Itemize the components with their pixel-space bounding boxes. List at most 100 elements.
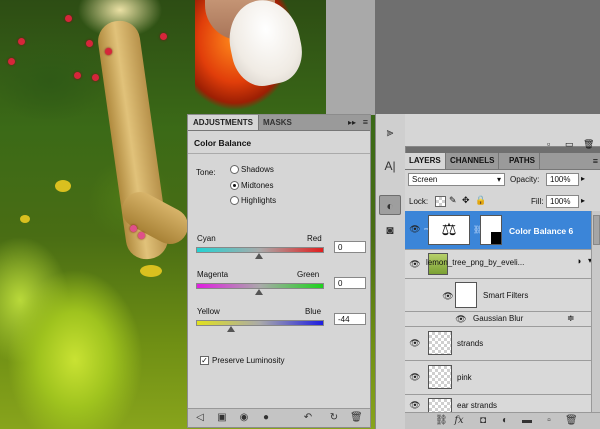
lock-all-icon[interactable]: 🔒 [475,195,486,206]
radio-midtones[interactable] [230,181,239,190]
opacity-field[interactable]: 100% [546,173,579,186]
masks-dock-icon[interactable]: ◙ [379,220,401,240]
adjustment-scale-icon: ⚖ [428,215,470,245]
eye-icon[interactable]: 👁 [409,339,421,348]
layer-row-pink[interactable]: 👁 pink [405,361,600,395]
filter-blending-options-icon[interactable]: ≑ [567,313,575,324]
radio-highlights-label[interactable]: Highlights [241,196,276,205]
back-arrow-icon[interactable]: ◁ [194,412,206,423]
eye-icon[interactable]: 👁 [455,315,467,324]
trash-icon[interactable]: 🗑 [350,412,363,423]
tab-adjustments[interactable]: ADJUSTMENTS [188,115,260,130]
chevron-right-icon[interactable]: ▸ [581,174,585,183]
artwork-flower [92,74,99,81]
tab-layers[interactable]: LAYERS [405,153,446,169]
slider-yellow-blue-thumb[interactable] [227,326,236,332]
layer-name: strands [457,339,484,348]
lock-label: Lock: [409,197,429,206]
expand-view-icon[interactable]: ▣ [216,412,228,423]
filter-name: Gaussian Blur [473,314,524,323]
new-document-icon[interactable]: ▭ [565,139,574,150]
artwork-flower [65,15,72,22]
panel-menu-icon[interactable]: ≡ [593,153,598,169]
slider-red-label: Red [307,234,322,243]
eye-icon[interactable]: 👁 [442,292,454,301]
history-panel-collapsed: ▫ ▭ 🗑 [405,114,600,150]
clip-to-layer-icon[interactable]: ◉ [238,412,250,423]
brush-preset-icon[interactable]: ⫸ [379,122,401,142]
reset-icon[interactable]: ↻ [328,412,340,423]
chevron-right-icon[interactable]: ▸ [581,196,585,205]
character-icon[interactable]: A| [379,156,401,176]
artwork-yellow-blossom [20,215,30,223]
preserve-luminosity-checkbox[interactable]: ✓ [200,356,209,365]
slider-green-label: Green [297,270,320,279]
radio-highlights[interactable] [230,196,239,205]
link-layers-icon[interactable]: ⛓ [435,415,448,426]
magenta-green-value-field[interactable]: 0 [334,277,366,289]
collapse-icon[interactable]: ▸▸ [348,115,356,130]
previous-state-icon[interactable]: ↶ [302,412,314,423]
new-snapshot-icon[interactable]: ▫ [547,139,550,149]
slider-yellow-label: Yellow [197,307,220,316]
cyan-red-value-field[interactable]: 0 [334,241,366,253]
layer-name: ear strands [457,401,498,410]
trash-icon[interactable]: 🗑 [565,415,578,426]
layer-name: Color Balance 6 [509,226,574,236]
lock-position-icon[interactable]: ✥ [462,195,470,206]
layer-thumbnail [428,365,452,389]
slider-cyan-label: Cyan [197,234,216,243]
radio-shadows-label[interactable]: Shadows [241,165,274,174]
yellow-blue-value-field[interactable]: -44 [334,313,366,325]
layers-scrollbar[interactable] [591,211,600,413]
lock-image-icon[interactable]: ✎ [449,195,457,206]
adjustments-footer: ◁ ▣ ◉ ● ↶ ↻ 🗑 [188,408,370,427]
radio-midtones-label[interactable]: Midtones [241,181,273,190]
chevron-down-icon: ▾ [496,175,501,184]
tab-masks[interactable]: MASKS [258,115,297,130]
smart-filters-row[interactable]: 👁 Smart Filters [405,279,600,312]
artwork-flower [138,232,145,239]
panel-dock-strip: ⫸ A| ◐ ◙ [375,114,406,429]
visibility-icon[interactable]: ● [260,412,272,423]
layer-row-lemon-tree[interactable]: 👁 lemon_tree_png_by_eveli... ◑ ▾ [405,250,600,279]
artwork-flower [105,48,112,55]
add-mask-icon[interactable]: ◘ [477,415,489,426]
preserve-luminosity-label[interactable]: Preserve Luminosity [212,356,284,365]
eye-icon[interactable]: 👁 [409,260,421,269]
new-adjustment-layer-icon[interactable]: ◐ [499,415,511,426]
radio-shadows[interactable] [230,165,239,174]
filter-row-gaussian-blur[interactable]: 👁 Gaussian Blur ≑ [405,312,600,327]
adjustments-panel: ADJUSTMENTS MASKS ▸▸ ≡ Color Balance Ton… [187,114,371,428]
smart-object-badge-icon: ◑ [576,256,582,266]
new-group-icon[interactable]: ▬ [521,415,533,426]
canvas-background-area [326,0,375,115]
layer-row-color-balance[interactable]: 👁 ⎓ ⚖ ⛓ Color Balance 6 [405,211,600,250]
lock-transparent-icon[interactable] [435,196,446,207]
tab-paths[interactable]: PATHS [505,153,540,169]
eye-icon[interactable]: 👁 [409,225,421,234]
opacity-label: Opacity: [510,175,540,184]
artwork-flower [18,38,25,45]
eye-icon[interactable]: 👁 [409,401,421,410]
adjustment-title: Color Balance [194,138,252,148]
slider-yellow-blue-track[interactable] [196,320,324,326]
fill-field[interactable]: 100% [546,195,579,208]
tab-channels[interactable]: CHANNELS [446,153,500,169]
scrollbar-thumb[interactable] [593,215,600,245]
eye-icon[interactable]: 👁 [409,373,421,382]
layer-row-strands[interactable]: 👁 strands [405,327,600,361]
artwork-yellow-blossom [55,180,71,192]
adjustments-dock-icon[interactable]: ◐ [379,195,401,215]
slider-cyan-red-thumb[interactable] [255,253,263,259]
blend-mode-value: Screen [412,175,438,184]
blend-mode-select[interactable]: Screen ▾ [408,173,505,186]
slider-magenta-green-thumb[interactable] [255,289,263,295]
divider [188,153,370,154]
artwork-flower [86,40,93,47]
new-layer-icon[interactable]: ▫ [543,415,555,426]
trash-icon[interactable]: 🗑 [583,139,594,150]
layer-style-icon[interactable]: fx [453,415,465,426]
panel-menu-icon[interactable]: ≡ [363,115,368,130]
layers-panel: LAYERS CHANNELS PATHS ≡ Screen ▾ Opacity… [405,153,600,429]
